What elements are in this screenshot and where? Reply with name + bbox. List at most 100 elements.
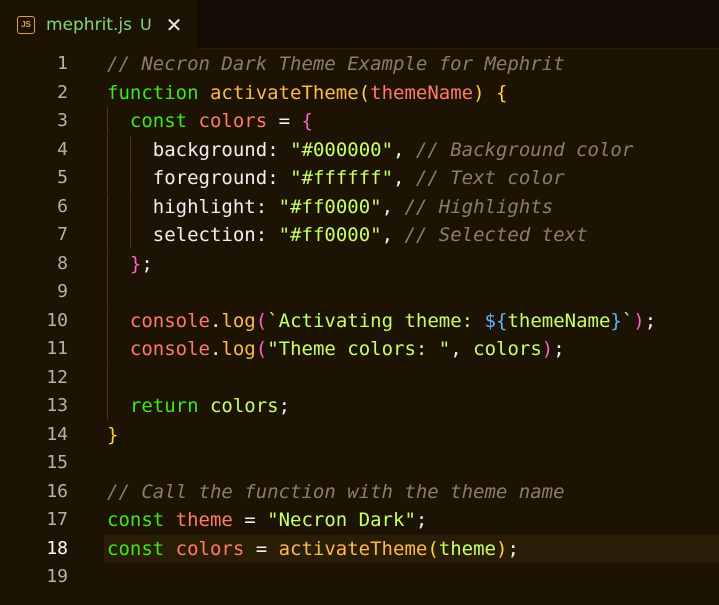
code-token: = [267, 110, 302, 132]
code-content[interactable] [104, 449, 719, 477]
code-token: ; [278, 395, 291, 417]
code-content[interactable]: console.log("Theme colors: ", colors); [104, 335, 719, 363]
line-number: 10 [46, 309, 68, 331]
code-content[interactable]: // Call the function with the theme name [104, 478, 719, 506]
code-content[interactable] [104, 278, 719, 306]
code-token: ( [255, 338, 268, 360]
code-text: // Necron Dark Theme Example for Mephrit [107, 50, 565, 78]
code-token: ) [633, 309, 645, 332]
code-content[interactable]: foreground: "#ffffff", // Text color [104, 164, 719, 192]
code-content[interactable]: return colors; [104, 392, 719, 420]
code-token: highlight [152, 195, 256, 218]
code-text: const colors = { [130, 107, 313, 135]
indent-guide [129, 192, 131, 221]
code-token: themeName [507, 309, 611, 332]
line-number: 13 [46, 395, 68, 416]
editor-tab-mephrit[interactable]: JS mephrit.js U ✕ [0, 0, 197, 49]
code-content[interactable]: selection: "#ff0000", // Selected text [104, 221, 719, 249]
indent-guide [107, 221, 108, 249]
code-token: = [244, 537, 279, 560]
indent-guide [107, 392, 108, 420]
indent-guide [107, 249, 108, 278]
code-token: , [381, 224, 405, 246]
code-content[interactable]: // Necron Dark Theme Example for Mephrit [104, 50, 719, 78]
line-number: 15 [46, 452, 68, 473]
code-line[interactable]: 6 highlight: "#ff0000", // Highlights [0, 192, 719, 221]
code-line[interactable]: 9 [0, 278, 719, 306]
code-line[interactable]: 8}; [0, 249, 719, 278]
line-number: 12 [46, 366, 68, 388]
indent-guide [107, 278, 108, 306]
git-status-badge: U [139, 15, 152, 34]
code-content[interactable]: highlight: "#ff0000", // Highlights [104, 192, 719, 221]
code-line[interactable]: 7 selection: "#ff0000", // Selected text [0, 221, 719, 249]
code-token: return [129, 395, 210, 417]
line-number: 16 [46, 480, 68, 502]
code-token: foreground [152, 167, 268, 189]
code-token: // Necron Dark Theme Example for Mephrit [107, 53, 565, 75]
indent-guide [107, 363, 108, 392]
code-line[interactable]: 13 return colors; [0, 392, 719, 420]
code-token: : [255, 195, 279, 218]
code-token: ( [255, 309, 268, 332]
code-token: { [301, 110, 313, 132]
code-content[interactable]: } [104, 421, 719, 449]
code-line[interactable]: 18 const colors = activateTheme(theme); [0, 534, 719, 563]
code-token: = [232, 509, 268, 531]
code-line[interactable]: 2 function activateTheme(themeName) { [0, 79, 719, 107]
code-content[interactable] [104, 563, 719, 591]
code-token: colors [209, 395, 279, 417]
code-token: // Background color [415, 138, 634, 161]
line-number: 3 [57, 110, 68, 131]
code-content[interactable]: const theme = "Necron Dark"; [104, 506, 719, 534]
code-line[interactable]: 3 const colors = { [0, 107, 719, 135]
code-token: theme [438, 537, 496, 560]
code-token: . [209, 309, 222, 332]
line-number: 19 [46, 566, 68, 587]
code-line[interactable]: 10 console.log(`Activating theme: ${theme… [0, 306, 719, 335]
code-line[interactable]: 4 background: "#000000", // Background co… [0, 135, 719, 164]
code-content[interactable]: const colors = activateTheme(theme); [104, 534, 719, 563]
code-content[interactable]: background: "#000000", // Background col… [104, 135, 719, 164]
code-editor[interactable]: 1 // Necron Dark Theme Example for Mephri… [0, 50, 719, 605]
code-line[interactable]: 15 [0, 449, 719, 477]
code-token: log [221, 309, 256, 332]
code-line[interactable]: 5 foreground: "#ffffff", // Text color [0, 164, 719, 192]
code-token: theme [175, 509, 233, 531]
code-line[interactable]: 1 // Necron Dark Theme Example for Mephri… [0, 50, 719, 78]
code-line[interactable]: 19 [0, 563, 719, 591]
code-text: return colors; [130, 392, 290, 420]
code-content[interactable] [104, 363, 719, 392]
code-token: // Selected text [404, 224, 588, 246]
code-text: selection: "#ff0000", // Selected text [153, 221, 588, 249]
code-content[interactable]: }; [104, 249, 719, 278]
code-line[interactable]: 12 [0, 363, 719, 392]
tab-filename: mephrit.js [46, 14, 132, 35]
code-text: background: "#000000", // Background col… [153, 136, 633, 164]
code-line[interactable]: 11 console.log("Theme colors: ", colors); [0, 335, 719, 363]
code-token: , [381, 195, 405, 218]
line-number: 4 [57, 138, 68, 160]
line-number: 17 [46, 509, 68, 530]
code-line[interactable]: 14} [0, 421, 719, 449]
code-token: colors [175, 537, 245, 560]
code-line[interactable]: 16 // Call the function with the theme na… [0, 478, 719, 506]
code-token: ; [415, 509, 428, 531]
code-token: { [495, 81, 508, 104]
code-content[interactable]: const colors = { [104, 107, 719, 135]
code-text: const theme = "Necron Dark"; [107, 506, 427, 534]
code-line[interactable]: 17 const theme = "Necron Dark"; [0, 506, 719, 534]
code-token: ; [644, 309, 657, 332]
close-icon[interactable]: ✕ [166, 15, 183, 35]
code-token: "Necron Dark" [267, 509, 416, 531]
line-number: 14 [46, 423, 68, 445]
code-token: const [107, 509, 176, 531]
code-content[interactable]: console.log(`Activating theme: ${themeNa… [104, 306, 719, 335]
code-token: : [267, 167, 291, 189]
code-token: "#ff0000" [278, 224, 382, 246]
indent-guide [107, 135, 108, 164]
code-text: // Call the function with the theme name [107, 478, 565, 506]
line-number: 9 [57, 281, 68, 302]
code-content[interactable]: function activateTheme(themeName) { [104, 79, 719, 107]
code-token: ; [553, 338, 565, 360]
